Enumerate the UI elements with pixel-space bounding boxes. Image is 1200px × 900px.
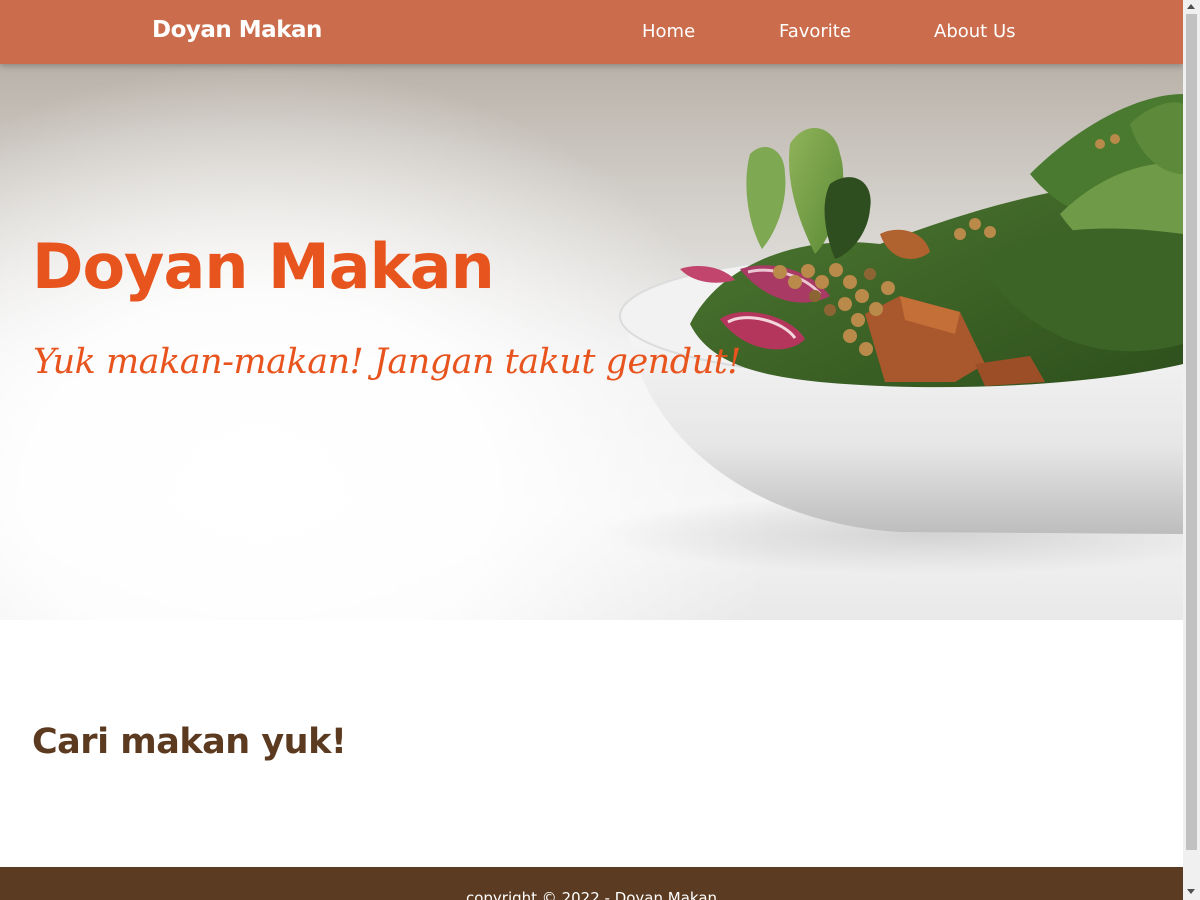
search-section-heading: Cari makan yuk! xyxy=(32,722,347,762)
brand-logo[interactable]: Doyan Makan xyxy=(152,17,322,43)
nav-favorite-link[interactable]: Favorite xyxy=(779,21,851,42)
hero-section: Doyan Makan Yuk makan-makan! Jangan taku… xyxy=(0,64,1183,620)
footer-copyright: copyright © 2022 - Doyan Makan xyxy=(465,889,718,900)
nav-home-link[interactable]: Home xyxy=(642,21,695,42)
vertical-scrollbar[interactable] xyxy=(1183,0,1200,900)
page-viewport: Doyan Makan Home Favorite About Us Doyan… xyxy=(0,0,1183,900)
hero-tagline: Yuk makan-makan! Jangan takut gendut! xyxy=(33,342,741,382)
page-footer: copyright © 2022 - Doyan Makan xyxy=(0,867,1183,900)
scroll-up-arrow-icon[interactable] xyxy=(1187,4,1195,9)
nav-about-us-link[interactable]: About Us xyxy=(934,21,1016,42)
scroll-down-arrow-icon[interactable] xyxy=(1187,889,1195,894)
scrollbar-thumb[interactable] xyxy=(1186,14,1197,850)
hero-title: Doyan Makan xyxy=(32,230,495,303)
top-navbar: Doyan Makan Home Favorite About Us xyxy=(0,0,1183,64)
